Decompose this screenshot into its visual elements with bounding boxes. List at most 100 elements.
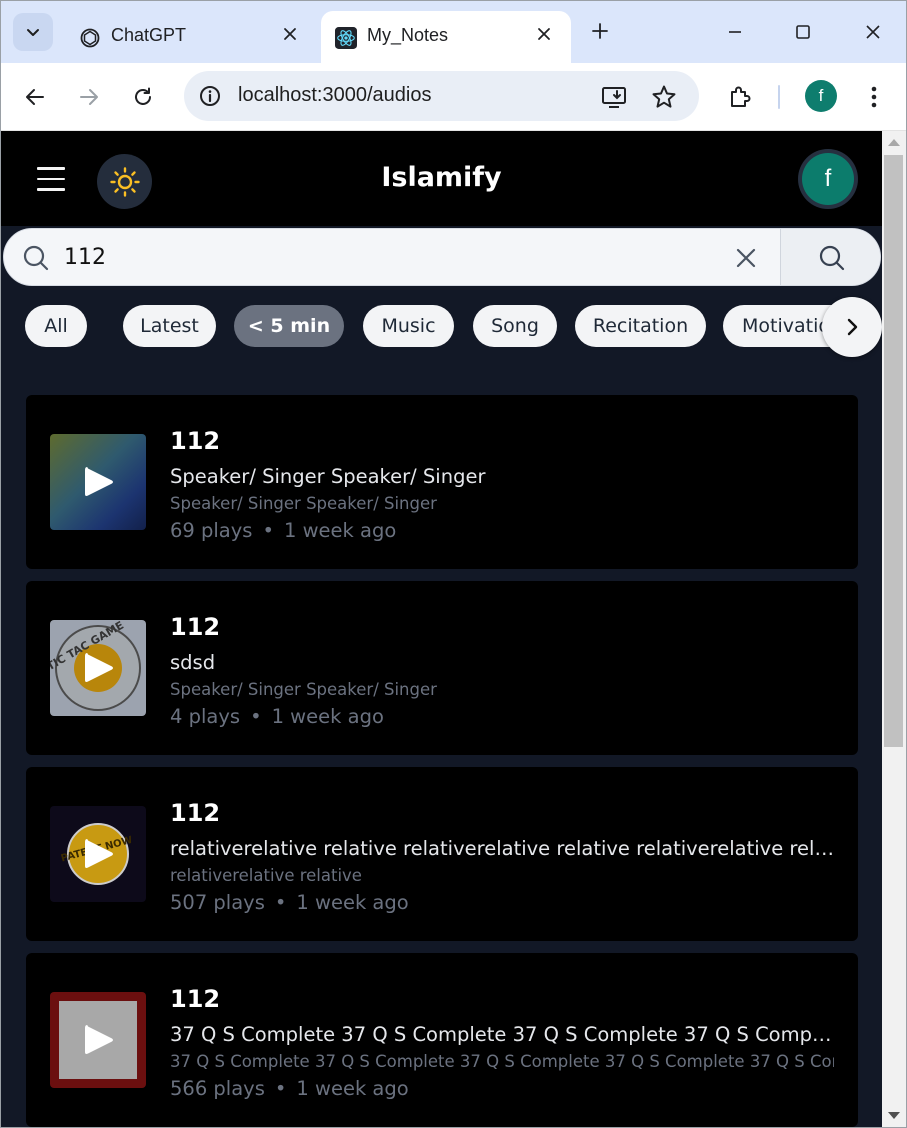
audio-meta: 4 plays • 1 week ago bbox=[170, 705, 384, 728]
upload-age: 1 week ago bbox=[271, 705, 384, 728]
scroll-down-arrow-icon[interactable] bbox=[888, 1112, 900, 1119]
audio-thumbnail[interactable] bbox=[50, 992, 146, 1088]
scroll-up-arrow-icon[interactable] bbox=[888, 139, 900, 146]
reload-button[interactable] bbox=[123, 77, 163, 117]
arrow-left-icon bbox=[26, 89, 44, 105]
clear-icon[interactable] bbox=[732, 244, 760, 272]
close-icon[interactable] bbox=[277, 21, 303, 47]
play-icon bbox=[85, 1025, 113, 1054]
page-scrollbar[interactable] bbox=[882, 131, 906, 1127]
search-icon bbox=[23, 245, 49, 271]
forward-button[interactable] bbox=[69, 77, 109, 117]
play-icon bbox=[85, 839, 113, 868]
audio-title[interactable]: 112 bbox=[170, 427, 220, 455]
play-count: 4 plays bbox=[170, 705, 241, 728]
chip-under-5-min[interactable]: < 5 min bbox=[234, 305, 344, 347]
address-bar[interactable]: localhost:3000/audios bbox=[184, 71, 699, 121]
arrow-right-icon bbox=[80, 89, 98, 105]
audio-card[interactable]: 112 37 Q S Complete 37 Q S Complete 37 Q… bbox=[26, 953, 858, 1127]
plus-icon bbox=[592, 23, 608, 39]
meta-separator: • bbox=[250, 705, 262, 728]
tab-my-notes[interactable]: My_Notes bbox=[321, 11, 571, 63]
install-app-icon[interactable] bbox=[600, 83, 628, 111]
close-icon[interactable] bbox=[531, 21, 557, 47]
maximize-button[interactable] bbox=[783, 13, 823, 51]
search-bar bbox=[3, 228, 881, 286]
audio-thumbnail[interactable] bbox=[50, 434, 146, 530]
extensions-button[interactable] bbox=[720, 77, 760, 117]
puzzle-icon bbox=[731, 86, 751, 107]
search-icon bbox=[819, 245, 844, 271]
upload-age: 1 week ago bbox=[283, 519, 397, 542]
browser-profile-avatar[interactable]: f bbox=[805, 80, 837, 112]
meta-separator: • bbox=[274, 1077, 287, 1100]
kebab-menu-icon bbox=[871, 86, 877, 108]
upload-age: 1 week ago bbox=[296, 1077, 409, 1100]
minimize-button[interactable] bbox=[715, 13, 755, 51]
play-count: 69 plays bbox=[170, 519, 253, 542]
audio-thumbnail[interactable]: TIC TAC GAME bbox=[50, 620, 146, 716]
audio-card[interactable]: 112 Speaker/ Singer Speaker/ Singer Spea… bbox=[26, 395, 858, 569]
play-icon bbox=[85, 653, 113, 682]
info-icon[interactable] bbox=[198, 84, 222, 108]
audio-speaker: 37 Q S Complete 37 Q S Complete 37 Q S C… bbox=[170, 1052, 834, 1071]
audio-title[interactable]: 112 bbox=[170, 613, 220, 641]
react-icon bbox=[335, 27, 357, 49]
audio-speaker: Speaker/ Singer Speaker/ Singer bbox=[170, 680, 437, 699]
play-count: 507 plays bbox=[170, 891, 265, 914]
new-tab-button[interactable] bbox=[585, 15, 615, 47]
star-icon[interactable] bbox=[650, 83, 678, 111]
audio-description: 37 Q S Complete 37 Q S Complete 37 Q S C… bbox=[170, 1023, 834, 1046]
browser-toolbar: localhost:3000/audios f bbox=[1, 63, 906, 131]
browser-menu-button[interactable] bbox=[854, 77, 894, 117]
openai-icon bbox=[79, 27, 101, 49]
tab-chatgpt[interactable]: ChatGPT bbox=[65, 11, 317, 63]
meta-separator: • bbox=[274, 891, 287, 914]
tab-title: ChatGPT bbox=[111, 25, 187, 45]
category-chips: All Latest < 5 min Music Song Recitation… bbox=[1, 305, 882, 349]
tab-search-button[interactable] bbox=[13, 13, 53, 51]
chip-music[interactable]: Music bbox=[363, 305, 454, 347]
audio-meta: 566 plays • 1 week ago bbox=[170, 1077, 409, 1100]
audio-title[interactable]: 112 bbox=[170, 799, 220, 827]
search-input[interactable] bbox=[64, 239, 714, 275]
chip-recitation[interactable]: Recitation bbox=[575, 305, 706, 347]
chevron-right-icon bbox=[847, 318, 858, 336]
reload-icon bbox=[135, 87, 151, 105]
meta-separator: • bbox=[262, 519, 274, 542]
toolbar-separator bbox=[778, 85, 780, 109]
app-brand-title[interactable]: Islamify bbox=[1, 162, 882, 193]
audio-title[interactable]: 112 bbox=[170, 985, 220, 1013]
audio-card[interactable]: TIC TAC GAME 112 sdsd Speaker/ Singer Sp… bbox=[26, 581, 858, 755]
audio-speaker: Speaker/ Singer Speaker/ Singer bbox=[170, 494, 437, 513]
chip-all[interactable]: All bbox=[25, 305, 87, 347]
play-count: 566 plays bbox=[170, 1077, 265, 1100]
chip-latest[interactable]: Latest bbox=[123, 305, 216, 347]
upload-age: 1 week ago bbox=[296, 891, 409, 914]
chip-song[interactable]: Song bbox=[473, 305, 557, 347]
tab-strip: ChatGPT My_Notes bbox=[1, 1, 906, 63]
audio-thumbnail[interactable]: PATENT NOW bbox=[50, 806, 146, 902]
tab-title: My_Notes bbox=[367, 25, 449, 45]
minimize-icon bbox=[729, 31, 741, 33]
audio-description: Speaker/ Singer Speaker/ Singer bbox=[170, 465, 486, 488]
close-window-button[interactable] bbox=[853, 13, 893, 51]
audio-description: sdsd bbox=[170, 651, 216, 674]
play-icon bbox=[85, 467, 113, 496]
audio-card[interactable]: PATENT NOW 112 relativerelative relative… bbox=[26, 767, 858, 941]
app-header: Islamify f bbox=[1, 131, 882, 226]
audio-description: relativerelative relative relativerelati… bbox=[170, 837, 834, 860]
chips-scroll-right-button[interactable] bbox=[822, 297, 882, 357]
url-text: localhost:3000/audios bbox=[238, 84, 432, 106]
avatar-initial: f bbox=[802, 153, 854, 205]
web-page: Islamify f All Latest < 5 min Music Song… bbox=[1, 131, 882, 1127]
search-submit-button[interactable] bbox=[780, 229, 880, 285]
user-avatar[interactable]: f bbox=[798, 149, 858, 209]
maximize-icon bbox=[796, 25, 810, 39]
audio-meta: 69 plays • 1 week ago bbox=[170, 519, 396, 542]
audio-speaker: relativerelative relative bbox=[170, 866, 362, 885]
audio-meta: 507 plays • 1 week ago bbox=[170, 891, 409, 914]
scroll-thumb[interactable] bbox=[884, 155, 903, 747]
back-button[interactable] bbox=[15, 77, 55, 117]
close-icon bbox=[866, 25, 880, 39]
